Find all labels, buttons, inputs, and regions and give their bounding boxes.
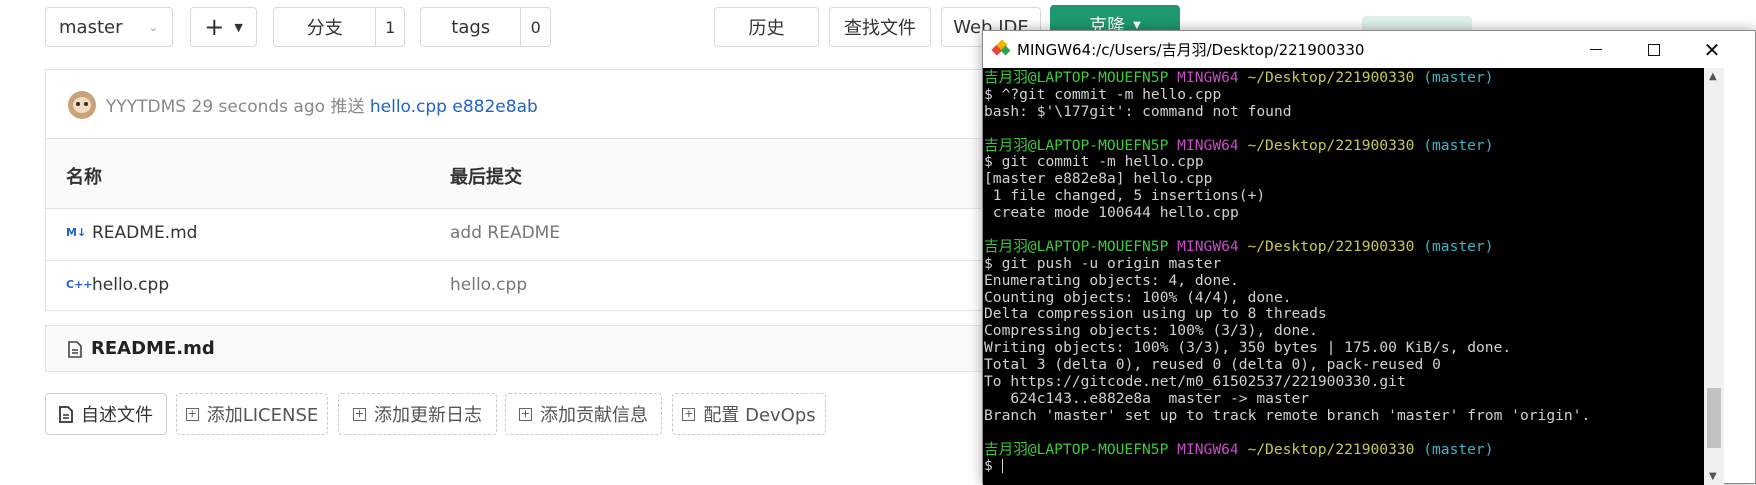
readme-title: README.md bbox=[91, 338, 215, 359]
scrollbar-thumb[interactable] bbox=[1707, 388, 1721, 448]
tags-button[interactable]: tags 0 bbox=[420, 7, 551, 47]
branch-select-value: master bbox=[59, 16, 123, 38]
column-header-name: 名称 bbox=[66, 167, 102, 188]
file-icon bbox=[59, 405, 73, 423]
history-label: 历史 bbox=[748, 18, 785, 39]
command-line: $ git commit -m hello.cpp bbox=[984, 153, 1204, 171]
file-icon bbox=[68, 341, 82, 358]
close-button[interactable]: ✕ bbox=[1683, 31, 1741, 68]
command-prompt: $ bbox=[984, 457, 1002, 475]
commit-time: 29 seconds ago bbox=[191, 97, 326, 117]
input-line[interactable]: $ bbox=[983, 458, 1705, 475]
find-file-label: 查找文件 bbox=[844, 18, 916, 39]
command-line: $ ^?git commit -m hello.cpp bbox=[984, 85, 1222, 103]
scroll-up-icon[interactable]: ▲ bbox=[1709, 71, 1717, 82]
prompt-line: 吉月羽@LAPTOP-MOUEFN5P MINGW64 ~/Desktop/22… bbox=[984, 440, 1494, 458]
terminal-window[interactable]: MINGW64:/c/Users/吉月羽/Desktop/221900330 ✕… bbox=[982, 30, 1756, 485]
plus-square-icon: + bbox=[682, 406, 696, 421]
plus-icon: + bbox=[204, 13, 225, 41]
plus-square-icon: + bbox=[353, 406, 366, 421]
commit-author[interactable]: YYYTDMS bbox=[106, 97, 186, 117]
git-bash-icon bbox=[991, 38, 1011, 59]
prompt-line: 吉月羽@LAPTOP-MOUEFN5P MINGW64 ~/Desktop/22… bbox=[984, 136, 1494, 154]
add-changelog-label: 添加更新日志 bbox=[374, 405, 482, 426]
output-line: Delta compression using up to 8 threads bbox=[984, 305, 1327, 323]
close-icon: ✕ bbox=[1703, 37, 1721, 62]
file-table: 名称 最后提交 M↓ README.md add README C++ hell… bbox=[45, 138, 985, 311]
command-line: $ git push -u origin master bbox=[984, 254, 1222, 272]
chevron-down-icon: ▼ bbox=[234, 20, 243, 34]
output-line: Total 3 (delta 0), reused 0 (delta 0), p… bbox=[984, 356, 1441, 374]
plus-square-icon: + bbox=[185, 406, 199, 421]
commit-action: 推送 bbox=[330, 97, 365, 117]
minimize-button[interactable] bbox=[1567, 31, 1625, 68]
output-line: Enumerating objects: 4, done. bbox=[984, 271, 1239, 289]
output-line: bash: $'\177git': command not found bbox=[984, 102, 1292, 120]
output-line: Branch 'master' set up to track remote b… bbox=[984, 406, 1591, 424]
add-contributing-button[interactable]: + 添加贡献信息 bbox=[505, 393, 662, 435]
file-name-link[interactable]: hello.cpp bbox=[92, 275, 169, 295]
commit-hash-link[interactable]: e882e8ab bbox=[452, 97, 537, 117]
prompt-line: 吉月羽@LAPTOP-MOUEFN5P MINGW64 ~/Desktop/22… bbox=[984, 237, 1494, 255]
branch-select[interactable]: master ⌄ bbox=[45, 7, 173, 47]
readme-file-label: 自述文件 bbox=[81, 405, 153, 426]
branches-label: 分支 bbox=[306, 18, 343, 39]
plus-square-icon: + bbox=[519, 406, 532, 421]
terminal-scrollbar[interactable]: ▲ ▼ bbox=[1704, 68, 1724, 485]
scroll-down-icon[interactable]: ▼ bbox=[1709, 471, 1717, 482]
tags-label: tags bbox=[451, 16, 491, 38]
history-button[interactable]: 历史 bbox=[714, 7, 819, 47]
find-file-button[interactable]: 查找文件 bbox=[829, 7, 931, 47]
add-menu-button[interactable]: + ▼ bbox=[190, 7, 257, 47]
output-line: 624c143..e882e8a master -> master bbox=[984, 389, 1310, 407]
configure-devops-button[interactable]: + 配置 DevOps bbox=[672, 393, 826, 435]
terminal-output[interactable]: 吉月羽@LAPTOP-MOUEFN5P MINGW64 ~/Desktop/22… bbox=[983, 68, 1705, 485]
maximize-icon bbox=[1648, 43, 1660, 56]
add-contributing-label: 添加贡献信息 bbox=[540, 405, 648, 426]
table-row[interactable]: C++ hello.cpp hello.cpp bbox=[46, 261, 984, 312]
commit-info: YYYTDMS 29 seconds ago 推送 hello.cpp e882… bbox=[106, 92, 538, 117]
commit-message-link[interactable]: hello.cpp bbox=[450, 275, 527, 295]
configure-devops-label: 配置 DevOps bbox=[703, 405, 816, 426]
column-header-last-commit: 最后提交 bbox=[450, 167, 522, 188]
table-row[interactable]: M↓ README.md add README bbox=[46, 209, 984, 261]
add-license-label: 添加LICENSE bbox=[206, 405, 319, 426]
readme-file-button[interactable]: 自述文件 bbox=[45, 393, 167, 435]
text-cursor bbox=[1001, 459, 1003, 474]
output-line: Writing objects: 100% (3/3), 350 bytes |… bbox=[984, 339, 1512, 357]
tags-count: 0 bbox=[520, 8, 550, 46]
output-line: 1 file changed, 5 insertions(+) bbox=[984, 187, 1266, 205]
markdown-icon: M↓ bbox=[66, 226, 87, 239]
prompt-line: 吉月羽@LAPTOP-MOUEFN5P MINGW64 ~/Desktop/22… bbox=[984, 69, 1494, 86]
commit-message-link[interactable]: add README bbox=[450, 223, 560, 243]
output-line: [master e882e8a] hello.cpp bbox=[984, 170, 1213, 188]
cpp-file-icon: C++ bbox=[66, 278, 93, 291]
output-line: Compressing objects: 100% (3/3), done. bbox=[984, 322, 1318, 340]
output-line: Counting objects: 100% (4/4), done. bbox=[984, 288, 1292, 306]
maximize-button[interactable] bbox=[1625, 31, 1683, 68]
file-name-link[interactable]: README.md bbox=[92, 223, 197, 243]
branches-button[interactable]: 分支 1 bbox=[273, 7, 405, 47]
chevron-down-icon: ▼ bbox=[1133, 19, 1141, 31]
chevron-down-icon: ⌄ bbox=[148, 20, 158, 34]
add-license-button[interactable]: + 添加LICENSE bbox=[176, 393, 328, 435]
table-header: 名称 最后提交 bbox=[46, 139, 984, 209]
output-line: create mode 100644 hello.cpp bbox=[984, 204, 1239, 222]
last-commit-bar: YYYTDMS 29 seconds ago 推送 hello.cpp e882… bbox=[45, 69, 985, 139]
branches-count: 1 bbox=[375, 8, 404, 46]
commit-file-link[interactable]: hello.cpp bbox=[370, 97, 447, 117]
output-line: To https://gitcode.net/m0_61502537/22190… bbox=[984, 373, 1406, 391]
minimize-icon bbox=[1590, 49, 1602, 50]
add-changelog-button[interactable]: + 添加更新日志 bbox=[338, 393, 497, 435]
terminal-title: MINGW64:/c/Users/吉月羽/Desktop/221900330 bbox=[1017, 41, 1365, 59]
readme-header: README.md bbox=[45, 325, 985, 372]
avatar[interactable] bbox=[68, 91, 96, 119]
